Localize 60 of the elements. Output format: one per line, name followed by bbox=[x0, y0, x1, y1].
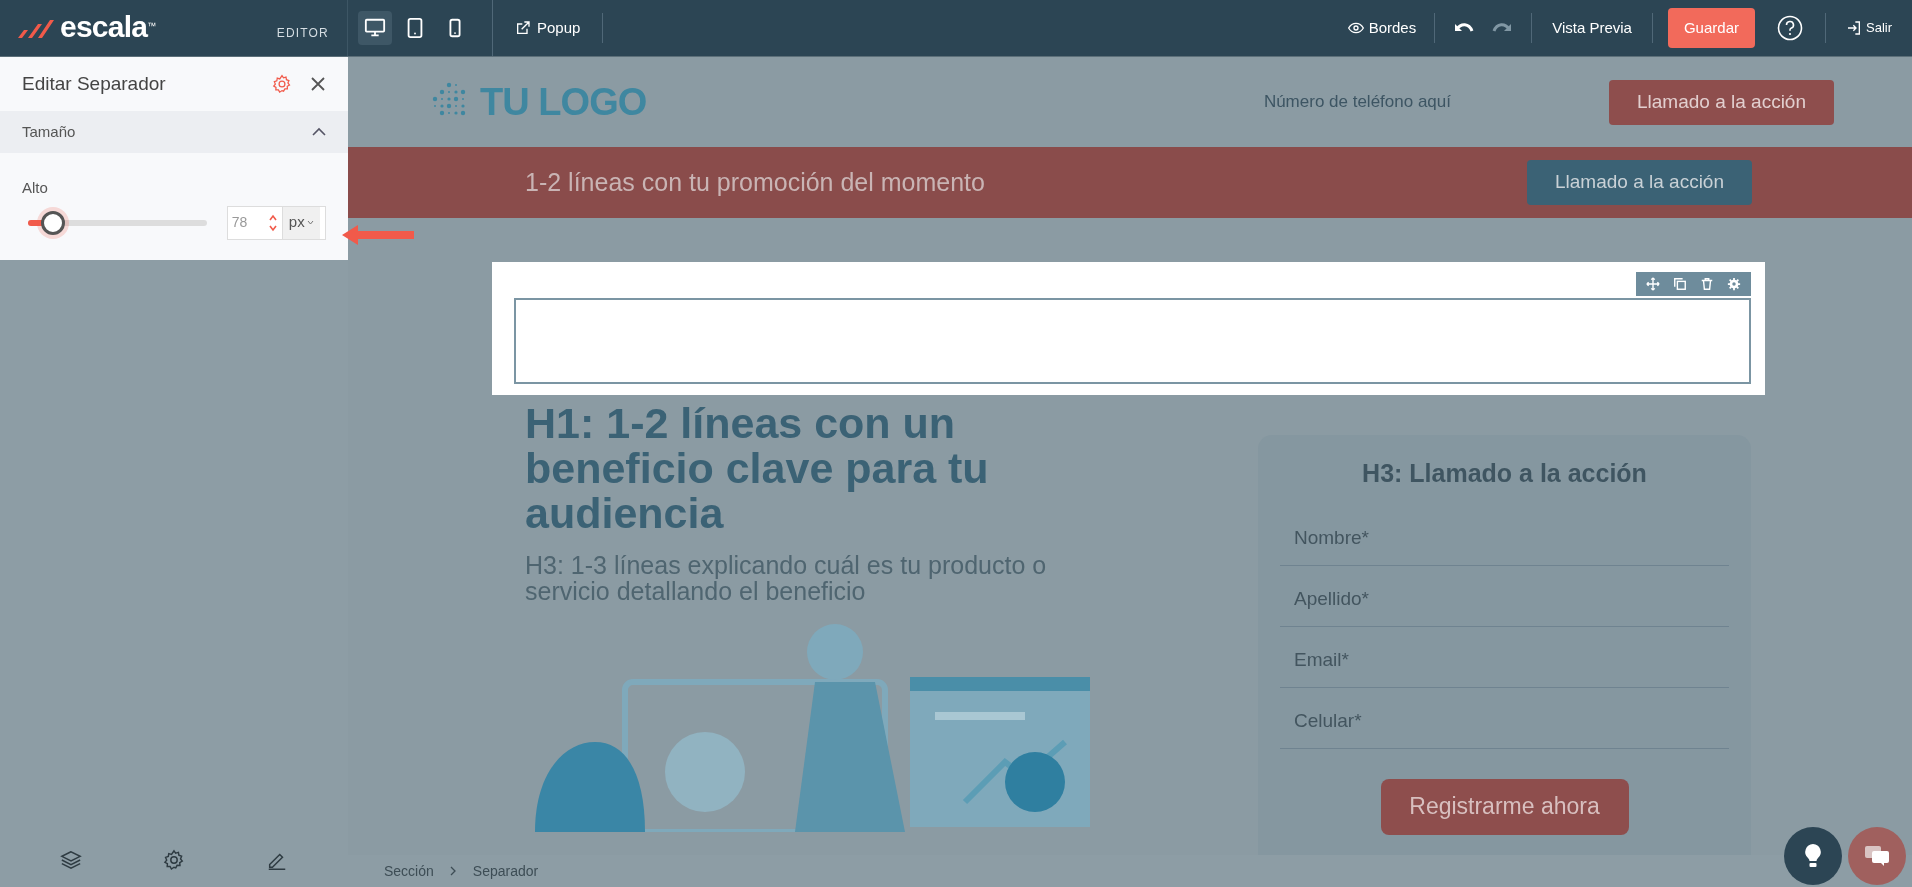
mode-label: EDITOR bbox=[276, 25, 329, 42]
settings-tool-button[interactable] bbox=[163, 848, 185, 871]
text-field[interactable]: Nombre* bbox=[1294, 524, 1715, 553]
slider-thumb[interactable] bbox=[41, 210, 66, 235]
move-icon bbox=[1646, 277, 1661, 291]
external-link-icon bbox=[515, 20, 531, 36]
separator-block[interactable] bbox=[492, 262, 1765, 395]
duplicate-button[interactable] bbox=[1673, 277, 1688, 291]
desktop-icon bbox=[364, 17, 386, 39]
sign-in-icon bbox=[1846, 20, 1862, 36]
subheadline: H3: 1-3 líneas explicando cuál es tu producto o servicio detallando el beneficio bbox=[525, 552, 1048, 604]
layers-icon bbox=[60, 848, 83, 871]
logo-slashes-icon bbox=[16, 18, 56, 40]
phone-text: Número de teléfono aquí bbox=[1263, 91, 1451, 114]
form-title: H3: Llamado a la acción bbox=[1362, 458, 1647, 489]
settings-icon bbox=[1726, 277, 1741, 291]
trash-button[interactable] bbox=[1699, 277, 1714, 291]
headline: H1: 1-2 líneas con un beneficio clave para tu audiencia bbox=[525, 401, 990, 536]
preview-button[interactable]: Vista Previa bbox=[1532, 13, 1653, 43]
text-field[interactable]: Email* bbox=[1294, 646, 1715, 675]
text-field[interactable]: Celular* bbox=[1294, 707, 1715, 736]
help-icon bbox=[1777, 15, 1803, 41]
stepper-icon bbox=[267, 213, 278, 232]
cta-button[interactable]: Llamado a la acción bbox=[1609, 79, 1834, 125]
close-icon bbox=[310, 76, 326, 92]
pointer-arrow-icon bbox=[342, 224, 414, 246]
height-input[interactable]: 78 px bbox=[226, 205, 326, 240]
settings-icon bbox=[272, 74, 292, 94]
trademark-mark: ™ bbox=[147, 21, 157, 31]
eye-icon bbox=[1347, 20, 1364, 36]
submit-button[interactable]: Registrarme ahora bbox=[1380, 778, 1629, 835]
popup-button[interactable]: Popup bbox=[493, 13, 604, 43]
help-button[interactable] bbox=[1777, 15, 1803, 41]
panel-title: Editar Separador bbox=[22, 71, 166, 96]
chat-icon bbox=[1864, 845, 1890, 867]
layers-tool-button[interactable] bbox=[60, 848, 83, 871]
logo-text: TU LOGO bbox=[480, 79, 647, 125]
brand-logo-text: escala bbox=[60, 12, 148, 42]
move-button[interactable] bbox=[1646, 277, 1661, 291]
close-button[interactable] bbox=[310, 76, 326, 92]
chevron-up-icon bbox=[312, 127, 326, 137]
trash-icon bbox=[1699, 277, 1714, 291]
duplicate-icon bbox=[1673, 277, 1688, 291]
field-label: Alto bbox=[22, 178, 49, 198]
cta-button[interactable]: Llamado a la acción bbox=[1527, 160, 1752, 205]
exit-button[interactable]: Salir bbox=[1826, 18, 1912, 38]
settings-button[interactable] bbox=[272, 74, 292, 94]
lightbulb-icon bbox=[1802, 843, 1824, 869]
text-field[interactable]: Apellido* bbox=[1294, 585, 1715, 614]
borders-toggle[interactable]: Bordes bbox=[1329, 13, 1436, 43]
chevron-right-icon bbox=[449, 866, 457, 876]
section-header[interactable]: Tamaño bbox=[0, 111, 348, 153]
unit-dropdown[interactable]: px bbox=[281, 206, 320, 239]
breadcrumb-link[interactable]: Separador bbox=[472, 860, 539, 882]
promo-text: 1-2 líneas con tu promoción del momento bbox=[525, 166, 985, 198]
desktop-view-button[interactable] bbox=[358, 11, 392, 45]
settings-icon bbox=[163, 848, 185, 871]
breadcrumb-link[interactable]: Sección bbox=[384, 860, 434, 882]
tips-button[interactable] bbox=[1784, 827, 1842, 885]
caret-icon bbox=[306, 220, 314, 225]
